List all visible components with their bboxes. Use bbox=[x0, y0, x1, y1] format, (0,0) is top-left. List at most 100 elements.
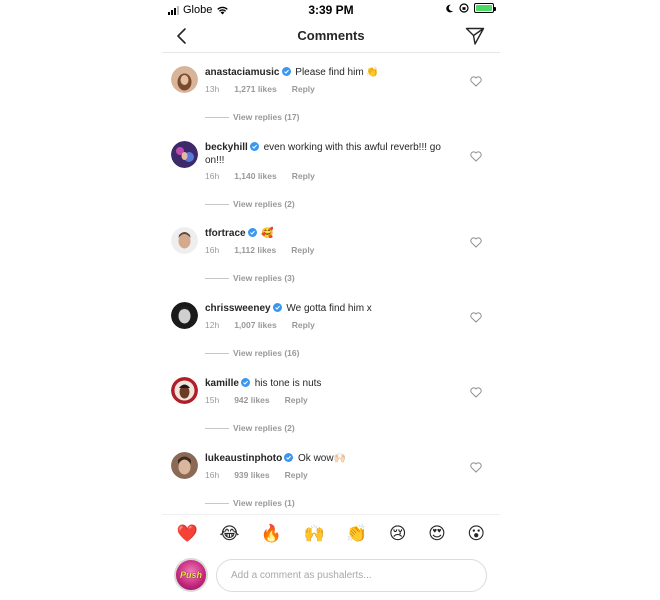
comment-item: anastaciamusic Please find him 👏 13h 1,2… bbox=[162, 54, 500, 129]
reply-button[interactable]: Reply bbox=[292, 84, 315, 94]
heart-icon[interactable] bbox=[470, 387, 482, 398]
comment-body: anastaciamusic Please find him 👏 bbox=[205, 66, 455, 79]
view-replies-label: View replies (17) bbox=[233, 112, 300, 122]
comment-item: lukeaustinphoto Ok wow🙌🏻 16h 939 likes R… bbox=[162, 440, 500, 515]
user-avatar[interactable] bbox=[171, 452, 198, 479]
comment-text: Please find him 👏 bbox=[295, 67, 379, 78]
user-avatar[interactable] bbox=[171, 302, 198, 329]
emoji-raised-hands-button[interactable]: 🙌 bbox=[304, 526, 325, 543]
emoji-tears-of-joy-button[interactable]: 😂 bbox=[219, 526, 239, 543]
comment-input-bar: Push bbox=[162, 555, 500, 600]
replies-divider bbox=[205, 116, 229, 118]
comment-likes[interactable]: 939 likes bbox=[234, 470, 269, 480]
comment-body: tfortrace 🥰 bbox=[205, 227, 455, 240]
orientation-lock-icon bbox=[459, 3, 469, 13]
reply-button[interactable]: Reply bbox=[292, 171, 315, 181]
comment-time: 13h bbox=[205, 84, 220, 94]
heart-icon[interactable] bbox=[470, 76, 482, 87]
user-avatar[interactable] bbox=[171, 377, 198, 404]
replies-divider bbox=[205, 427, 229, 429]
emoji-heart-button[interactable]: ❤️ bbox=[177, 526, 198, 543]
view-replies-button[interactable]: View replies (16) bbox=[205, 348, 299, 358]
replies-divider bbox=[205, 277, 229, 279]
phone-screen: Globe 3:39 PM Comments anastaciamusic Pl… bbox=[162, 0, 500, 600]
user-avatar[interactable] bbox=[171, 141, 198, 168]
view-replies-button[interactable]: View replies (3) bbox=[205, 273, 295, 283]
comment-meta: 13h 1,271 likes Reply bbox=[205, 84, 330, 94]
comment-text: his tone is nuts bbox=[254, 378, 322, 389]
comment-meta: 16h 1,140 likes Reply bbox=[205, 171, 330, 181]
heart-icon[interactable] bbox=[470, 237, 482, 248]
emoji-surprised-button[interactable]: 😮 bbox=[467, 526, 485, 543]
view-replies-button[interactable]: View replies (1) bbox=[205, 498, 295, 508]
view-replies-label: View replies (1) bbox=[233, 498, 295, 508]
emoji-fire-button[interactable]: 🔥 bbox=[261, 526, 282, 543]
reply-button[interactable]: Reply bbox=[285, 395, 308, 405]
comment-username[interactable]: kamille bbox=[205, 378, 239, 389]
comment-body: lukeaustinphoto Ok wow🙌🏻 bbox=[205, 452, 455, 465]
comment-item: kamille his tone is nuts 15h 942 likes R… bbox=[162, 365, 500, 440]
comment-input[interactable] bbox=[216, 559, 487, 592]
avatar-logo-text: Push bbox=[179, 570, 202, 580]
comment-likes[interactable]: 942 likes bbox=[234, 395, 269, 405]
heart-icon[interactable] bbox=[470, 312, 482, 323]
view-replies-button[interactable]: View replies (17) bbox=[205, 112, 299, 122]
verified-badge-icon bbox=[249, 142, 259, 151]
comment-text: Ok wow🙌🏻 bbox=[298, 453, 347, 464]
comment-time: 16h bbox=[205, 470, 220, 480]
view-replies-label: View replies (2) bbox=[233, 199, 295, 209]
comment-body: chrissweeney We gotta find him x bbox=[205, 302, 455, 315]
comment-likes[interactable]: 1,271 likes bbox=[234, 84, 277, 94]
battery-fill bbox=[476, 5, 492, 11]
view-replies-button[interactable]: View replies (2) bbox=[205, 423, 295, 433]
reply-button[interactable]: Reply bbox=[291, 245, 314, 255]
comment-item: chrissweeney We gotta find him x 12h 1,0… bbox=[162, 290, 500, 365]
view-replies-label: View replies (3) bbox=[233, 273, 295, 283]
user-avatar[interactable] bbox=[171, 227, 198, 254]
verified-badge-icon bbox=[284, 453, 294, 462]
comment-time: 15h bbox=[205, 395, 220, 405]
comment-likes[interactable]: 1,007 likes bbox=[234, 320, 277, 330]
emoji-heart-eyes-button[interactable]: 😍 bbox=[428, 526, 446, 543]
replies-divider bbox=[205, 203, 229, 205]
comment-meta: 16h 1,112 likes Reply bbox=[205, 245, 329, 255]
comment-meta: 15h 942 likes Reply bbox=[205, 395, 323, 405]
comment-time: 12h bbox=[205, 320, 220, 330]
comment-body: beckyhill even working with this awful r… bbox=[205, 141, 455, 167]
comment-meta: 12h 1,007 likes Reply bbox=[205, 320, 330, 330]
moon-icon bbox=[446, 4, 454, 12]
heart-icon[interactable] bbox=[470, 151, 482, 162]
heart-icon[interactable] bbox=[470, 462, 482, 473]
comment-username[interactable]: beckyhill bbox=[205, 142, 248, 153]
view-replies-label: View replies (16) bbox=[233, 348, 300, 358]
comment-username[interactable]: anastaciamusic bbox=[205, 67, 280, 78]
user-avatar[interactable] bbox=[171, 66, 198, 93]
comment-body: kamille his tone is nuts bbox=[205, 377, 455, 390]
comment-meta: 16h 939 likes Reply bbox=[205, 470, 323, 480]
current-user-avatar[interactable]: Push bbox=[174, 558, 208, 592]
comment-item: tfortrace 🥰 16h 1,112 likes Reply View r… bbox=[162, 215, 500, 290]
comment-time: 16h bbox=[205, 245, 220, 255]
comment-username[interactable]: chrissweeney bbox=[205, 303, 271, 314]
comment-item: beckyhill even working with this awful r… bbox=[162, 129, 500, 215]
comment-username[interactable]: tfortrace bbox=[205, 228, 246, 239]
replies-divider bbox=[205, 352, 229, 354]
comment-text: 🥰 bbox=[261, 228, 274, 239]
verified-badge-icon bbox=[247, 228, 257, 237]
reply-button[interactable]: Reply bbox=[285, 470, 308, 480]
verified-badge-icon bbox=[281, 67, 291, 76]
battery-icon bbox=[474, 3, 496, 13]
reply-button[interactable]: Reply bbox=[292, 320, 315, 330]
view-replies-button[interactable]: View replies (2) bbox=[205, 199, 295, 209]
paper-plane-icon[interactable] bbox=[464, 25, 486, 47]
comment-likes[interactable]: 1,112 likes bbox=[234, 245, 276, 255]
view-replies-label: View replies (2) bbox=[233, 423, 295, 433]
verified-badge-icon bbox=[240, 378, 250, 387]
replies-divider bbox=[205, 502, 229, 504]
status-right bbox=[445, 3, 496, 13]
emoji-clapping-button[interactable]: 👏 bbox=[346, 526, 367, 543]
emoji-crying-button[interactable]: 😢 bbox=[389, 526, 407, 543]
chevron-left-icon[interactable] bbox=[172, 25, 194, 47]
comment-username[interactable]: lukeaustinphoto bbox=[205, 453, 282, 464]
comment-likes[interactable]: 1,140 likes bbox=[234, 171, 277, 181]
